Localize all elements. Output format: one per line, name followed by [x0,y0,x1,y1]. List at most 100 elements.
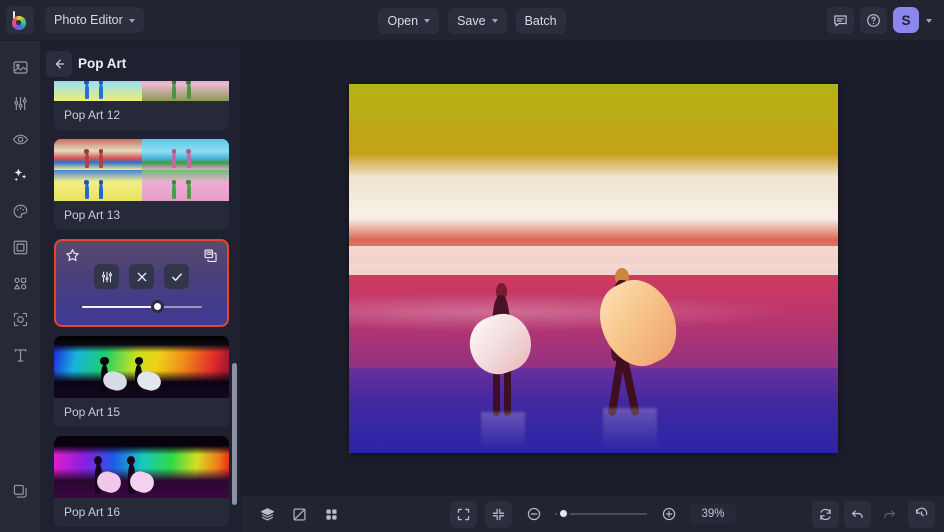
frame-icon [13,240,27,254]
sidebar-item-adjust[interactable] [4,87,36,119]
effect-apply-button[interactable] [164,264,189,289]
shrink-button[interactable] [485,500,512,528]
redo-button[interactable] [876,501,903,528]
panel-scrollbar[interactable] [231,363,238,532]
sidebar-item-retouch[interactable] [4,123,36,155]
effects-list[interactable]: Pop Art 12 Pop Art 13 Pop Art 15 Pop Art… [40,81,241,532]
sidebar-item-focus[interactable] [4,303,36,335]
copy-icon [204,249,217,262]
layers-panel-button[interactable] [254,501,281,528]
sidebar-item-shapes[interactable] [4,267,36,299]
history-icon [915,507,928,516]
zoom-level-value[interactable]: 39% [690,504,736,524]
chevron-down-icon [128,18,135,23]
chevron-down-icon [424,19,431,23]
effect-controls [56,264,227,289]
eye-icon [12,134,28,144]
favorite-button[interactable] [65,248,80,263]
colorwheel-b-logo-icon [11,10,30,30]
image-icon [12,60,28,74]
history-button[interactable] [908,500,935,528]
sliders-icon [13,96,27,110]
zoom-out-icon [527,507,540,521]
list-item[interactable]: Pop Art 15 [54,336,229,427]
page-title: Pop Art [78,56,127,71]
zoom-in-button[interactable] [655,501,682,528]
feedback-button[interactable] [827,6,854,34]
sidebar-item-artistic[interactable] [4,195,36,227]
chevron-down-icon [926,18,932,23]
zoom-in-icon [662,507,675,521]
duplicate-button[interactable] [203,248,218,263]
text-icon [14,348,26,362]
module-switcher-label: Photo Editor [54,13,123,27]
grid-view-button[interactable] [318,501,345,528]
open-button[interactable]: Open [378,7,440,34]
avatar-initial: S [901,12,911,28]
batch-button[interactable]: Batch [515,7,566,34]
undo-icon [851,509,863,518]
zoom-slider-handle[interactable] [557,507,570,520]
surfer-left-reflection [480,411,525,449]
body: Pop Art Pop Art 12 Pop Art 13 Pop Art 15… [0,41,944,532]
panel-back-button[interactable] [46,50,72,77]
surfer-left [461,282,544,416]
undo-button[interactable] [844,500,871,528]
zoom-out-button[interactable] [520,501,547,528]
sidebar-item-frames[interactable] [4,231,36,263]
list-item[interactable]: Pop Art 12 [54,81,229,130]
reset-button[interactable] [812,500,839,528]
sidebar-item-effects[interactable] [4,159,36,191]
save-label: Save [457,13,486,28]
account-menu-button[interactable] [925,16,935,25]
user-avatar[interactable]: S [893,7,919,33]
tool-rail [0,41,40,532]
surfer-right [587,268,690,416]
fit-screen-icon [457,508,470,520]
focus-icon [13,312,27,326]
effect-label: Pop Art 15 [64,405,121,419]
chat-icon [834,14,847,26]
zoom-slider[interactable] [555,507,647,521]
list-item[interactable]: Pop Art 13 [54,139,229,230]
effect-thumbnail [54,336,229,398]
effect-thumbnail [54,81,229,101]
list-item[interactable]: Pop Art 16 [54,436,229,527]
sparkles-icon [14,168,27,182]
chevron-down-icon [491,19,498,23]
sidebar-item-photos[interactable] [4,51,36,83]
account-actions-group: S [827,6,935,34]
grid-view-icon [326,508,337,520]
edited-photo[interactable] [348,83,838,453]
effects-panel: Pop Art Pop Art 12 Pop Art 13 Pop Art 15… [40,41,242,532]
reset-icon [820,508,831,520]
fit-screen-button[interactable] [450,500,477,528]
help-button[interactable] [860,6,887,34]
slider-handle[interactable] [150,300,164,313]
list-item-selected[interactable] [54,239,229,327]
sidebar-item-layers[interactable] [4,475,36,507]
effect-settings-button[interactable] [94,264,119,289]
effect-thumbnail [54,436,229,498]
scrollbar-thumb[interactable] [232,363,237,505]
surfer-right-reflection [602,408,657,449]
layers-stack-icon [261,507,274,520]
module-switcher-button[interactable]: Photo Editor [45,7,144,33]
compare-button[interactable] [286,501,313,528]
compare-split-icon [293,508,306,521]
check-icon [171,272,182,281]
shapes-icon [13,277,26,289]
redo-icon [884,509,896,518]
close-icon [137,272,146,281]
effect-intensity-slider[interactable] [81,300,202,314]
save-button[interactable]: Save [448,7,507,34]
effect-cancel-button[interactable] [129,264,154,289]
star-icon [66,249,79,262]
shrink-icon [492,508,505,520]
app-logo-button[interactable] [6,6,34,34]
arrow-left-icon [55,59,64,68]
question-circle-icon [867,13,880,27]
sidebar-item-text[interactable] [4,339,36,371]
canvas-area: 39% [242,41,944,532]
canvas-stage[interactable] [242,41,944,495]
